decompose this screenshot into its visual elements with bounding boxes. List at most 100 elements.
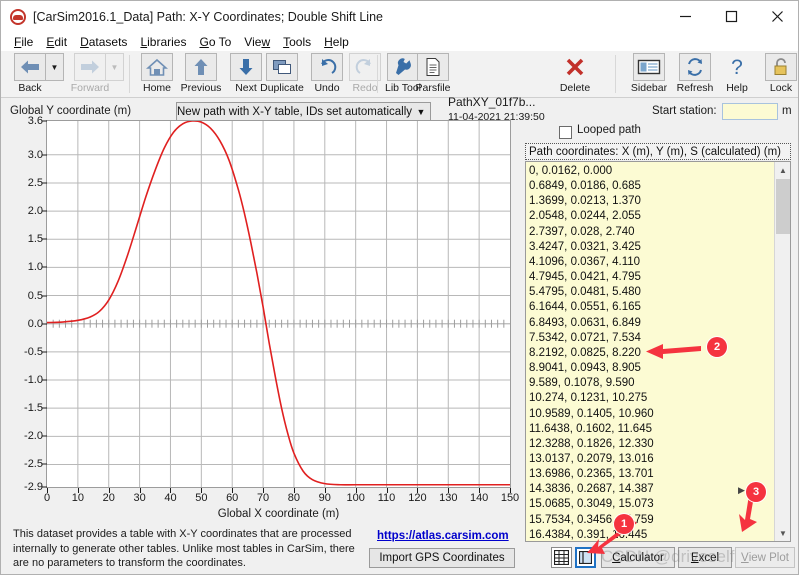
toolbar-label-next: Next [235,82,257,94]
chart-y-tick-mark [42,407,47,409]
toolbar-label-undo: Undo [314,82,340,94]
chart-y-tick-label: 2.0 [27,205,43,218]
table-row[interactable]: 0, 0.0162, 0.000 [529,164,764,179]
table-row[interactable]: 13.6986, 0.2365, 13.701 [529,467,764,482]
chart-y-tick-label: -0.5 [24,345,43,358]
annotation-badge-1: 1 [614,514,634,534]
chart-y-tick-mark [42,379,47,381]
chart-x-tick-mark [417,488,419,493]
table-row[interactable]: 9.589, 0.1078, 9.590 [529,376,764,391]
scroll-down-arrow-icon[interactable]: ▼ [775,525,790,541]
panel-view-icon[interactable] [575,547,596,568]
table-row[interactable]: 11.6438, 0.1602, 11.645 [529,422,764,437]
chevron-down-icon: ▼ [416,106,426,117]
chart-x-axis-label: Global X coordinate (m) [217,508,340,520]
table-scrollbar[interactable]: ▲ ▼ [774,162,790,541]
toolbar-button-parsfile[interactable]: Parsfile [410,53,456,94]
duplicate-icon [266,53,298,81]
menu-item-file[interactable]: File [8,34,40,50]
chart-y-tick-mark [42,295,47,297]
sidebar-icon [633,53,665,81]
chart-x-tick-label: 50 [195,492,208,504]
chart-x-tick-label: 30 [133,492,146,504]
toolbar-button-home[interactable]: Home [134,53,180,94]
carsim-atlas-link[interactable]: https://atlas.carsim.com [377,530,509,542]
annotation-triangle-icon: ▶ [738,485,745,495]
table-row[interactable]: 7.5342, 0.0721, 7.534 [529,331,764,346]
table-row[interactable]: 15.0685, 0.3049, 15.073 [529,497,764,512]
chart-y-tick-label: -1.0 [24,374,43,386]
toolbar-button-delete[interactable]: Delete [552,53,598,94]
chart-x-tick-label: 90 [318,492,331,504]
toolbar-button-duplicate[interactable]: Duplicate [259,53,305,94]
table-row[interactable]: 6.8493, 0.0631, 6.849 [529,316,764,331]
chart-y-tick-label: -2.9 [24,481,43,493]
toolbar-label-parsfile: Parsfile [415,82,451,94]
menu-item-tools[interactable]: Tools [277,34,318,50]
table-row[interactable]: 12.3288, 0.1826, 12.330 [529,437,764,452]
toolbar-button-lock[interactable]: Lock [758,53,798,94]
close-icon[interactable] [754,1,798,32]
chart-x-tick-label: 10 [71,492,84,504]
chart-x-tick-mark [108,488,110,493]
table-row[interactable]: 2.0548, 0.0244, 2.055 [529,209,764,224]
toolbar-button-help[interactable]: ? Help [714,53,760,94]
table-row[interactable]: 16.4384, 0.391, 16.445 [529,528,764,541]
toolbar-label-home: Home [142,82,171,94]
arrow-right-icon [74,53,106,81]
menu-item-help[interactable]: Help [318,34,356,50]
minimize-icon[interactable] [662,1,708,32]
maximize-icon[interactable] [708,1,754,32]
chart-y-tick-mark [42,154,47,156]
scroll-up-arrow-icon[interactable]: ▲ [775,162,790,178]
path-mode-dropdown[interactable]: New path with X-Y table, IDs set automat… [176,102,431,121]
table-row[interactable]: 6.1644, 0.0551, 6.165 [529,300,764,315]
table-row[interactable]: 8.2192, 0.0825, 8.220 [529,346,764,361]
title-bar: [CarSim2016.1_Data] Path: X-Y Coordinate… [1,1,798,32]
table-row[interactable]: 13.0137, 0.2079, 13.016 [529,452,764,467]
chart-x-tick-mark [324,488,326,493]
chart-x-tick-label: 80 [287,492,301,504]
toolbar-button-sidebar[interactable]: Sidebar [626,53,672,94]
menu-item-datasets[interactable]: Datasets [74,34,134,50]
toolbar-button-refresh[interactable]: Refresh [672,53,718,94]
document-icon [417,53,449,81]
toolbar-label-back: Back [18,82,42,94]
dataset-name: PathXY_01f7b... [448,95,536,109]
toolbar-label-refresh: Refresh [676,82,714,94]
table-row[interactable]: 4.7945, 0.0421, 4.795 [529,270,764,285]
chart-plot[interactable] [46,120,511,488]
carsim-car-icon [10,8,26,25]
table-view-icon[interactable] [551,547,572,568]
toolbar-label-forward: Forward [70,82,110,94]
table-row[interactable]: 1.3699, 0.0213, 1.370 [529,194,764,209]
menu-item-goto[interactable]: Go To [193,34,238,50]
chart-y-tick-label: 1.5 [27,233,43,246]
table-row[interactable]: 10.9589, 0.1405, 10.960 [529,407,764,422]
table-row[interactable]: 15.7534, 0.3456, 15.759 [529,513,764,528]
table-row[interactable]: 14.3836, 0.2687, 14.387 [529,482,764,497]
table-row[interactable]: 3.4247, 0.0321, 3.425 [529,240,764,255]
table-row[interactable]: 2.7397, 0.028, 2.740 [529,225,764,240]
toolbar-button-previous[interactable]: Previous [178,53,224,94]
start-station-input[interactable] [722,103,778,120]
table-row[interactable]: 0.6849, 0.0186, 0.685 [529,179,764,194]
back-dropdown-icon[interactable]: ▼ [46,53,64,81]
start-station-unit: m [782,105,792,117]
looped-path-checkbox[interactable] [559,126,572,139]
table-row[interactable]: 10.274, 0.1231, 10.275 [529,391,764,406]
menu-item-view[interactable]: View [238,34,277,50]
chart-y-tick-mark [42,435,47,437]
chart-area: 3.6 3.0 2.5 2.0 1.5 1.0 0.5 0.0 -0.5 -1.0 -1.5 -2.0… [9,115,519,520]
table-row[interactable]: 4.1096, 0.0367, 4.110 [529,255,764,270]
table-row[interactable]: 5.4795, 0.0481, 5.480 [529,285,764,300]
chart-x-tick-label: 70 [256,492,270,504]
dataset-description: This dataset provides a table with X-Y c… [13,528,355,569]
import-gps-coordinates-button[interactable]: Import GPS Coordinates [369,548,515,568]
menu-item-edit[interactable]: Edit [40,34,74,50]
annotation-badge-2: 2 [707,337,727,357]
menu-item-libraries[interactable]: Libraries [134,34,193,50]
forward-dropdown-icon: ▼ [106,53,124,81]
table-row[interactable]: 8.9041, 0.0943, 8.905 [529,361,764,376]
scrollbar-thumb[interactable] [776,179,790,234]
